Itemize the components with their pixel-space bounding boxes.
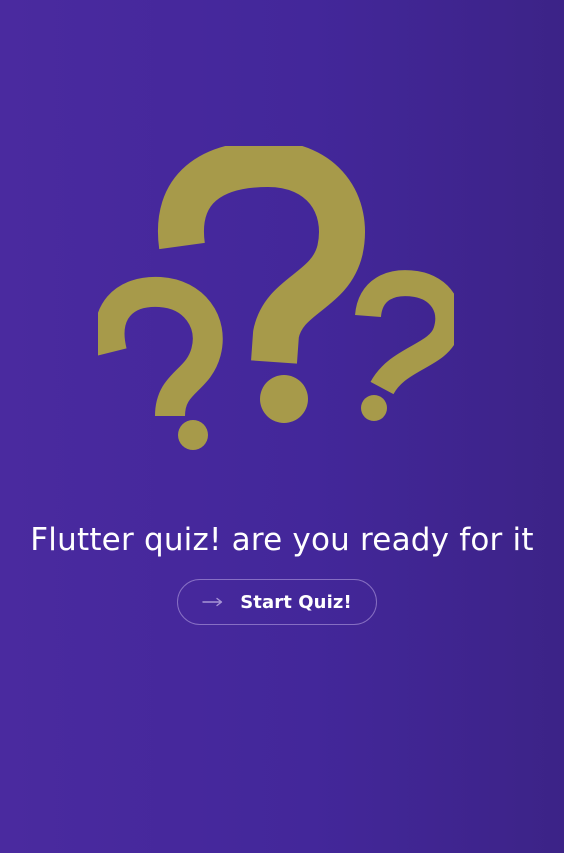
start-quiz-label: Start Quiz! [240,591,352,613]
question-marks-icon [98,146,454,454]
start-quiz-button[interactable]: Start Quiz! [177,579,377,625]
start-screen: Flutter quiz! are you ready for it Start… [0,0,564,853]
arrow-right-icon [202,597,224,607]
page-title: Flutter quiz! are you ready for it [30,522,534,558]
